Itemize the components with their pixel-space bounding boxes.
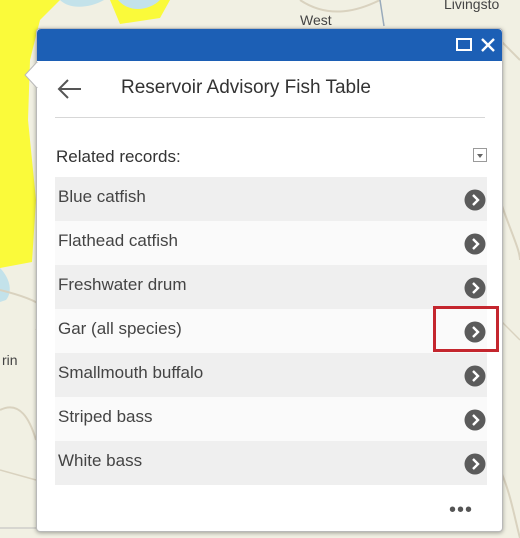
record-name: Freshwater drum [58, 275, 187, 294]
record-row[interactable]: Flathead catfish [55, 221, 487, 265]
maximize-icon [456, 38, 472, 51]
record-row[interactable]: Gar (all species) [55, 309, 487, 353]
record-name: Smallmouth buffalo [58, 363, 204, 382]
divider [55, 117, 485, 118]
related-records-list: Blue catfish Flathead catfish Freshwater d… [55, 177, 487, 485]
record-name: White bass [58, 451, 143, 470]
record-row[interactable]: Smallmouth buffalo [55, 353, 487, 397]
close-button[interactable] [478, 35, 498, 55]
record-name: Flathead catfish [58, 231, 179, 250]
record-name: Gar (all species) [58, 319, 182, 338]
chevron-right-circle-icon[interactable] [464, 233, 486, 255]
chevron-right-circle-icon[interactable] [464, 453, 486, 475]
popup-window: Reservoir Advisory Fish Table Related re… [36, 28, 503, 532]
record-name: Blue catfish [58, 187, 146, 206]
record-row[interactable]: Blue catfish [55, 177, 487, 221]
chevron-right-circle-icon[interactable] [464, 277, 486, 299]
maximize-button[interactable] [454, 35, 474, 55]
record-row[interactable]: Freshwater drum [55, 265, 487, 309]
map-place-label: Livingsto [444, 0, 500, 12]
map-place-label: West [300, 12, 332, 28]
close-icon [481, 38, 495, 52]
collapse-toggle-button[interactable] [473, 148, 487, 162]
map-place-label: rin [2, 352, 18, 368]
chevron-right-circle-icon[interactable] [464, 189, 486, 211]
chevron-down-icon [477, 154, 483, 158]
highlight-annotation [433, 306, 499, 352]
popup-header [37, 29, 502, 61]
record-row[interactable]: Striped bass [55, 397, 487, 441]
chevron-right-circle-icon[interactable] [464, 365, 486, 387]
back-button[interactable] [55, 75, 85, 103]
related-records-label: Related records: [56, 147, 181, 166]
popup-pointer [24, 62, 40, 88]
more-options-button[interactable]: ••• [449, 500, 473, 520]
popup-title: Reservoir Advisory Fish Table [121, 77, 371, 98]
record-row[interactable]: White bass [55, 441, 487, 485]
chevron-right-circle-icon[interactable] [464, 409, 486, 431]
arrow-left-icon [57, 79, 81, 99]
record-name: Striped bass [58, 407, 153, 426]
